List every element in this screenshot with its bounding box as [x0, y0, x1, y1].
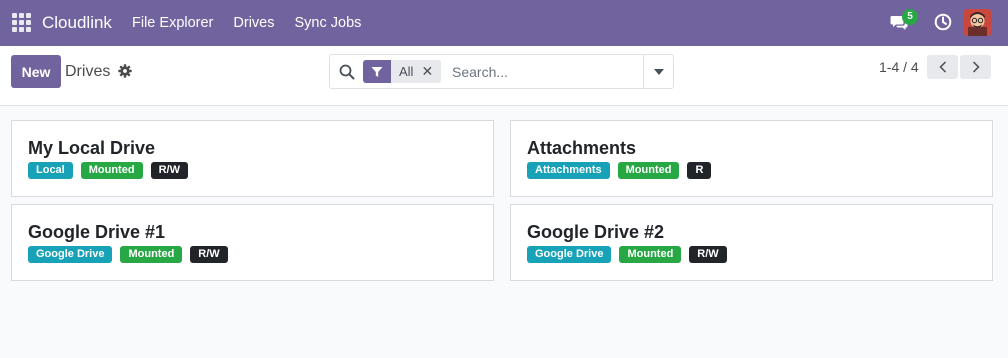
control-panel: New Drives All ✕ Search... 1-4 / 4 — [0, 46, 1008, 106]
drive-tags: Local Mounted R/W — [28, 162, 188, 179]
drive-tags: Google Drive Mounted R/W — [28, 246, 228, 263]
menu-file-explorer[interactable]: File Explorer — [132, 15, 213, 31]
top-navbar: Cloudlink File Explorer Drives Sync Jobs… — [0, 0, 1008, 46]
drive-type-tag: Local — [28, 162, 73, 179]
drive-tags: Google Drive Mounted R/W — [527, 246, 727, 263]
search-icon — [339, 64, 355, 80]
facet-label: All — [399, 64, 414, 79]
drive-mode-tag: R/W — [190, 246, 228, 263]
main-menu: File Explorer Drives Sync Jobs — [132, 15, 381, 31]
drive-card[interactable]: Google Drive #2 Google Drive Mounted R/W — [510, 204, 993, 281]
drive-type-tag: Google Drive — [527, 246, 612, 263]
page-title: Drives — [65, 63, 111, 80]
search-input[interactable] — [452, 62, 642, 82]
menu-drives[interactable]: Drives — [233, 15, 274, 31]
drive-card[interactable]: Google Drive #1 Google Drive Mounted R/W — [11, 204, 494, 281]
drive-tags: Attachments Mounted R — [527, 162, 712, 179]
chevron-left-icon — [938, 61, 946, 73]
drive-mode-tag: R/W — [150, 162, 188, 179]
gear-icon[interactable] — [118, 64, 132, 78]
drive-status-tag: Mounted — [80, 162, 143, 179]
chevron-right-icon — [972, 61, 980, 73]
drive-status-tag: Mounted — [619, 246, 682, 263]
activity-clock-icon[interactable] — [934, 13, 952, 31]
drive-title: Google Drive #1 — [28, 222, 166, 242]
messages-button[interactable]: 5 — [890, 9, 918, 34]
caret-down-icon — [653, 68, 664, 75]
drive-title: Attachments — [527, 138, 637, 158]
search-bar: All ✕ — [329, 54, 674, 89]
drive-title: My Local Drive — [28, 138, 156, 158]
app-brand[interactable]: Cloudlink — [42, 13, 112, 33]
pager-next-button[interactable] — [960, 55, 991, 79]
menu-sync-jobs[interactable]: Sync Jobs — [294, 15, 361, 31]
message-count-badge: 5 — [902, 9, 918, 25]
drive-card[interactable]: Attachments Attachments Mounted R — [510, 120, 993, 197]
pager-buttons — [927, 55, 991, 79]
filter-icon — [363, 60, 391, 83]
drive-type-tag: Google Drive — [28, 246, 113, 263]
search-options-toggle[interactable] — [643, 55, 673, 88]
new-button[interactable]: New — [11, 55, 61, 88]
pager-value[interactable]: 1-4 / 4 — [879, 59, 919, 75]
facet-remove-icon[interactable]: ✕ — [421, 60, 441, 83]
apps-grid-icon[interactable] — [12, 13, 32, 33]
drive-card[interactable]: My Local Drive Local Mounted R/W — [11, 120, 494, 197]
drive-type-tag: Attachments — [527, 162, 610, 179]
drive-mode-tag: R/W — [689, 246, 727, 263]
drive-status-tag: Mounted — [120, 246, 183, 263]
user-avatar[interactable] — [964, 9, 991, 36]
drive-title: Google Drive #2 — [527, 222, 665, 242]
drive-mode-tag: R — [687, 162, 712, 179]
search-facet: All ✕ — [363, 60, 442, 83]
pager-previous-button[interactable] — [927, 55, 958, 79]
drive-status-tag: Mounted — [617, 162, 680, 179]
